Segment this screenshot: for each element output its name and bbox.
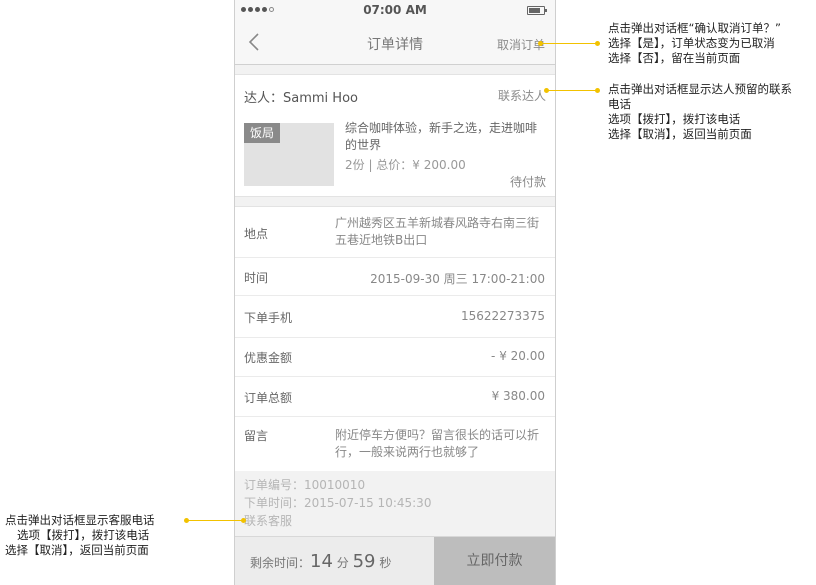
product-meta: 2份 | 总价：¥ 200.00: [345, 158, 466, 172]
product-title[interactable]: 综合咖啡体验，新手之选，走进咖啡的世界: [345, 120, 545, 154]
annotation-connector: [186, 520, 244, 521]
detail-row-phone: 下单手机 15622273375: [235, 296, 555, 338]
detail-label: 订单总额: [244, 391, 293, 405]
detail-label: 留言: [244, 429, 269, 443]
remaining-time: 剩余时间：14 分 59 秒: [250, 551, 391, 572]
category-tag: 饭局: [244, 123, 280, 143]
status-bar: 07:00 AM: [235, 0, 555, 20]
detail-value: ¥ 380.00: [491, 389, 545, 403]
annotation-contact-expert: 点击弹出对话框显示达人预留的联系 电话 选项【拨打】，拨打该电话 选择【取消】，…: [608, 82, 792, 142]
annotation-line: 选择【否】，留在当前页面: [608, 51, 741, 65]
detail-row-time: 时间 2015-09-30 周三 17:00-21:00: [235, 258, 555, 296]
connector-dot: [538, 41, 543, 46]
annotation-line: 选项【拨打】，拨打该电话: [608, 112, 741, 126]
detail-label: 地点: [244, 227, 269, 241]
detail-value: - ¥ 20.00: [491, 349, 545, 363]
contact-expert-button[interactable]: 联系达人: [498, 87, 546, 104]
second-unit: 秒: [379, 556, 392, 570]
connector-dot: [595, 88, 600, 93]
annotation-line: 点击弹出对话框“确认取消订单？”: [608, 21, 781, 35]
detail-label: 优惠金额: [244, 351, 293, 365]
detail-value: 2015-09-30 周三 17:00-21:00: [370, 272, 545, 286]
remaining-seconds: 59: [352, 551, 376, 572]
detail-value: 15622273375: [461, 309, 545, 323]
detail-label: 下单手机: [244, 311, 293, 325]
remaining-label: 剩余时间：: [250, 556, 311, 570]
annotation-line: 选择【取消】，返回当前页面: [608, 127, 752, 141]
annotation-cancel-order: 点击弹出对话框“确认取消订单？” 选择【是】，订单状态变为已取消 选择【否】，留…: [608, 21, 781, 66]
remaining-minutes: 14: [310, 551, 333, 572]
detail-value: 广州越秀区五羊新城春风路寺右南三街五巷近地铁B出口: [335, 216, 540, 247]
detail-row-discount: 优惠金额 - ¥ 20.00: [235, 338, 555, 377]
status-time: 07:00 AM: [363, 3, 427, 17]
battery-icon: [527, 6, 547, 15]
annotation-contact-service: 点击弹出对话框显示客服电话 选项【拨打】，拨打该电话 选择【取消】，返回当前页面: [5, 513, 155, 558]
order-details: 地点 广州越秀区五羊新城春风路寺右南三街五巷近地铁B出口 时间 2015-09-…: [235, 206, 555, 471]
expert-name: 达人：Sammi Hoo: [244, 91, 358, 106]
annotation-connector: [546, 90, 598, 91]
annotation-line: 选择【是】，订单状态变为已取消: [608, 36, 775, 50]
contact-service-link[interactable]: 联系客服: [244, 512, 292, 529]
phone-screen: 07:00 AM 订单详情 取消订单 达人：Sammi Hoo 联系达人 饭局 …: [234, 0, 556, 585]
nav-bar: 订单详情 取消订单: [235, 20, 555, 65]
detail-label: 时间: [244, 271, 269, 285]
annotation-line: 选项【拨打】，拨打该电话: [17, 528, 150, 542]
minute-unit: 分: [336, 556, 349, 570]
pay-now-button[interactable]: 立即付款: [434, 537, 555, 585]
detail-row-message: 留言 附近停车方便吗？留言很长的话可以折行，一般来说两行也就够了: [235, 417, 555, 471]
detail-value: 附近停车方便吗？留言很长的话可以折行，一般来说两行也就够了: [335, 428, 540, 459]
annotation-line: 点击弹出对话框显示客服电话: [5, 513, 155, 527]
bottom-bar: 剩余时间：14 分 59 秒 立即付款: [235, 536, 555, 585]
connector-dot: [184, 518, 189, 523]
annotation-line: 选择【取消】，返回当前页面: [5, 543, 149, 557]
connector-dot: [241, 518, 246, 523]
order-card: 达人：Sammi Hoo 联系达人 饭局 综合咖啡体验，新手之选，走进咖啡的世界…: [235, 74, 555, 197]
order-time: 下单时间：2015-07-15 10:45:30: [244, 496, 432, 510]
connector-dot: [595, 41, 600, 46]
annotation-connector: [540, 43, 598, 44]
order-status: 待付款: [509, 175, 546, 189]
detail-row-location: 地点 广州越秀区五羊新城春风路寺右南三街五巷近地铁B出口: [235, 207, 555, 258]
annotation-line: 电话: [608, 97, 631, 111]
order-number: 订单编号：10010010: [244, 478, 366, 492]
connector-dot: [544, 88, 549, 93]
annotation-line: 点击弹出对话框显示达人预留的联系: [608, 82, 792, 96]
detail-row-total: 订单总额 ¥ 380.00: [235, 377, 555, 417]
